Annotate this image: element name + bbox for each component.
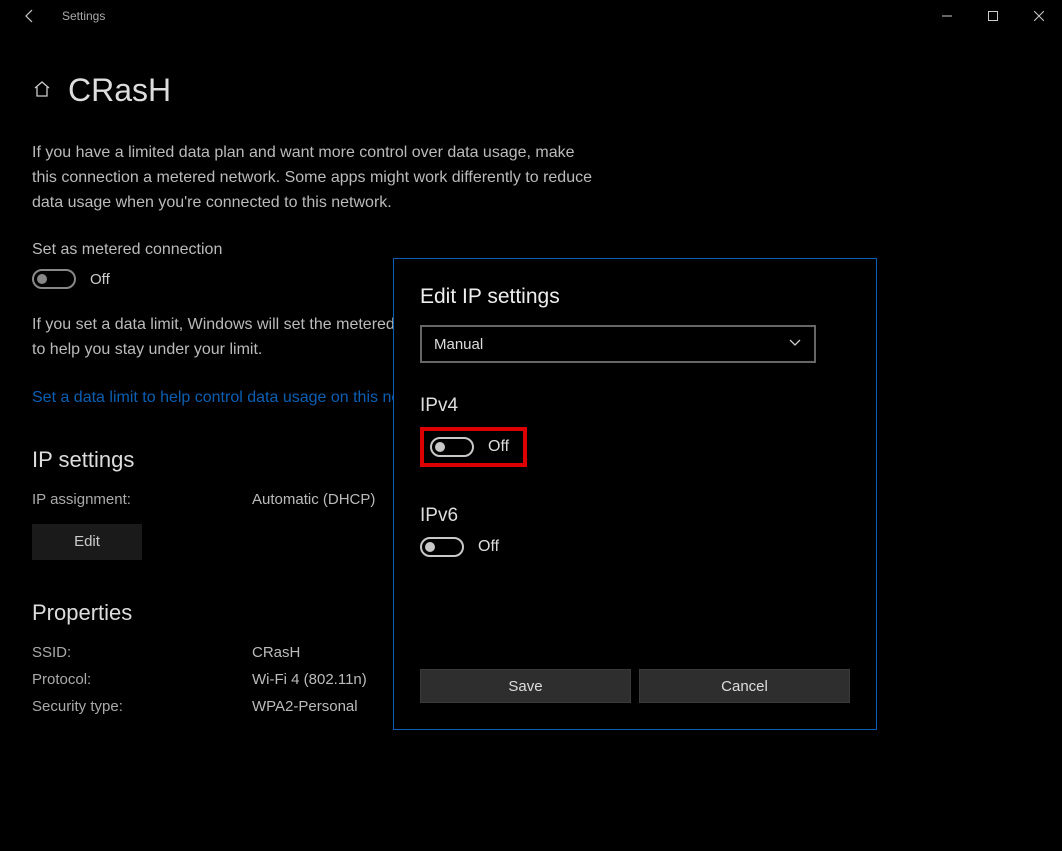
edit-button[interactable]: Edit — [32, 524, 142, 560]
close-button[interactable] — [1016, 0, 1062, 32]
ipv4-toggle-state: Off — [488, 438, 509, 456]
property-key: Security type: — [32, 698, 252, 715]
ipv6-label: IPv6 — [420, 505, 850, 527]
window-title: Settings — [62, 9, 105, 23]
ipv4-highlight: Off — [420, 427, 527, 467]
ipv4-label: IPv4 — [420, 395, 850, 417]
metered-toggle[interactable] — [32, 269, 76, 289]
ipv6-toggle[interactable] — [420, 537, 464, 557]
home-icon — [32, 79, 52, 103]
property-value: Wi-Fi 4 (802.11n) — [252, 671, 367, 688]
save-button[interactable]: Save — [420, 669, 631, 703]
dialog-title: Edit IP settings — [420, 285, 850, 309]
property-value: WPA2-Personal — [252, 698, 358, 715]
maximize-button[interactable] — [970, 0, 1016, 32]
metered-label: Set as metered connection — [32, 241, 600, 259]
ip-mode-dropdown[interactable]: Manual — [420, 325, 816, 363]
ipv6-toggle-state: Off — [478, 538, 499, 556]
cancel-button[interactable]: Cancel — [639, 669, 850, 703]
window-controls — [924, 0, 1062, 32]
minimize-button[interactable] — [924, 0, 970, 32]
property-value: CRasH — [252, 644, 300, 661]
titlebar: Settings — [0, 0, 1062, 32]
chevron-down-icon — [788, 335, 802, 353]
property-key: Protocol: — [32, 671, 252, 688]
edit-ip-dialog: Edit IP settings Manual IPv4 Off IPv6 Of… — [393, 258, 877, 730]
property-key: SSID: — [32, 644, 252, 661]
page-title: CRasH — [68, 72, 171, 109]
back-button[interactable] — [10, 0, 50, 32]
metered-toggle-state: Off — [90, 271, 110, 288]
ip-assignment-label: IP assignment: — [32, 491, 252, 508]
ip-assignment-value: Automatic (DHCP) — [252, 491, 375, 508]
ipv4-toggle[interactable] — [430, 437, 474, 457]
dropdown-value: Manual — [434, 336, 483, 353]
metered-description: If you have a limited data plan and want… — [32, 141, 592, 215]
